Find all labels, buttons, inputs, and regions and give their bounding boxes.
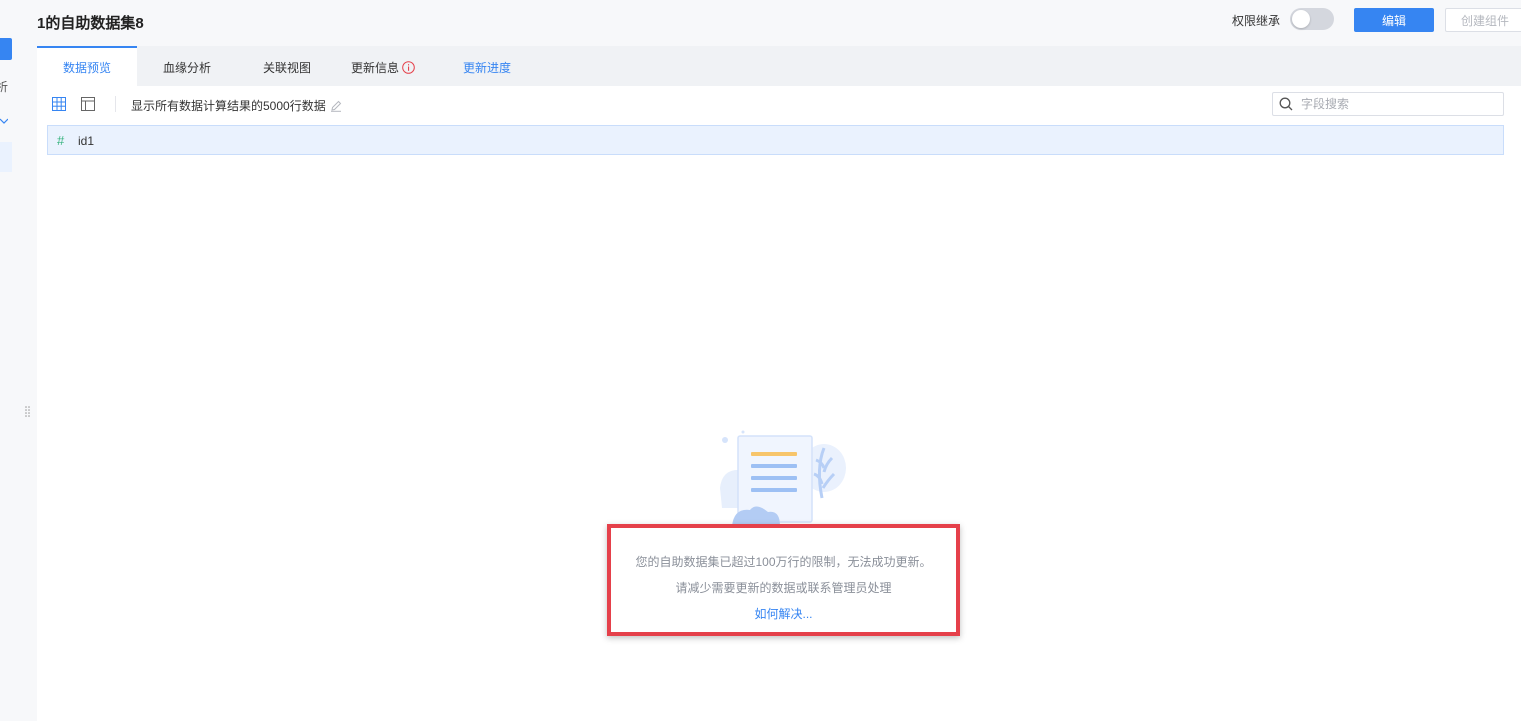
- toggle-knob: [1292, 10, 1310, 28]
- field-search[interactable]: [1272, 92, 1504, 116]
- page-title: 1的自助数据集8: [37, 15, 144, 32]
- tab-label: 更新信息: [350, 61, 399, 75]
- preview-toolbar: 显示所有数据计算结果的5000行数据: [37, 86, 1521, 124]
- left-sidebar: 析: [0, 0, 37, 721]
- how-to-solve-link[interactable]: 如何解决...: [611, 605, 956, 622]
- column-name[interactable]: id1: [78, 134, 94, 148]
- row-limit-text: 显示所有数据计算结果的5000行数据: [131, 99, 326, 113]
- number-type-icon: #: [57, 133, 65, 148]
- layout-view-icon[interactable]: [81, 97, 95, 111]
- grid-view-icon[interactable]: [52, 97, 66, 111]
- tab-label: 关联视图: [262, 61, 311, 75]
- search-input[interactable]: [1301, 95, 1497, 113]
- resize-handle-icon[interactable]: [25, 405, 30, 419]
- empty-document-illustration: [720, 430, 846, 526]
- edit-button[interactable]: 编辑: [1354, 8, 1434, 32]
- update-limit-message: 您的自助数据集已超过100万行的限制，无法成功更新。 请减少需要更新的数据或联系…: [607, 524, 960, 636]
- tab-lineage-analysis[interactable]: 血缘分析: [147, 46, 227, 86]
- search-icon: [1279, 97, 1293, 111]
- reduce-data-hint: 请减少需要更新的数据或联系管理员处理: [675, 581, 892, 595]
- sidebar-item-label[interactable]: 析: [0, 78, 8, 95]
- sidebar-active-item[interactable]: [0, 38, 12, 60]
- limit-exceeded-text: 您的自助数据集已超过100万行的限制，无法成功更新。: [635, 555, 932, 569]
- edit-pencil-icon[interactable]: [330, 100, 342, 112]
- page-header: 1的自助数据集8 权限继承 编辑 创建组件: [37, 0, 1521, 46]
- row-limit-description: 显示所有数据计算结果的5000行数据: [131, 97, 342, 114]
- sidebar-selected-item[interactable]: [0, 142, 12, 172]
- permission-inherit-label: 权限继承: [1232, 14, 1281, 28]
- permission-inherit-toggle[interactable]: [1290, 8, 1334, 30]
- create-component-button[interactable]: 创建组件: [1445, 8, 1521, 32]
- tab-update-progress[interactable]: 更新进度: [447, 46, 527, 86]
- tab-bar: 数据预览 血缘分析 关联视图 更新信息 更新进度: [37, 46, 1521, 86]
- tab-related-view[interactable]: 关联视图: [247, 46, 327, 86]
- table-column-header[interactable]: # id1: [47, 125, 1504, 155]
- tab-data-preview[interactable]: 数据预览: [37, 46, 137, 86]
- tab-label: 数据预览: [62, 61, 111, 75]
- chevron-down-icon[interactable]: [0, 118, 8, 124]
- tab-label: 更新进度: [462, 61, 511, 75]
- info-icon: [402, 61, 415, 74]
- tab-label: 血缘分析: [162, 61, 211, 75]
- toolbar-divider: [115, 96, 116, 112]
- tab-update-info[interactable]: 更新信息: [343, 46, 423, 86]
